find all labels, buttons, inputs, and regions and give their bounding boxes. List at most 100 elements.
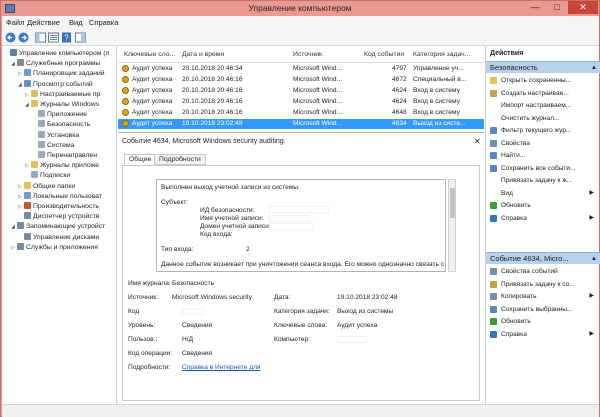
column-date[interactable]: Дата и время [182, 51, 224, 58]
event-code-label: Код [128, 308, 140, 315]
event-row[interactable]: Аудит успеха 20.10.2018 20:46:16 Microsoft… [118, 75, 484, 85]
tree-item[interactable]: Установка [32, 130, 79, 141]
tree-item[interactable]: Безопасность [32, 120, 90, 130]
action-item[interactable]: Привязать задачу к ж... [486, 175, 600, 186]
tree-item[interactable]: Управление дисками [18, 232, 99, 243]
event-description[interactable]: Выполнен выход учетной записи из системы… [156, 179, 446, 272]
column-keywords[interactable]: Ключевые сло... [124, 51, 175, 58]
tree-item[interactable]: ▷ Службы и приложения [11, 242, 98, 253]
computer-management-window: Управление компьютером — □ ✕ Файл Действ… [0, 0, 600, 417]
user-value: Н/Д [182, 336, 194, 343]
tree-item[interactable]: Управление компьютером (л [4, 49, 110, 59]
level-value: Сведения [182, 322, 213, 329]
actions-pane: Действия Безопасность ▲ Открыть сохраненн… [485, 46, 600, 404]
action-item[interactable]: Открыть сохраненны... [486, 75, 600, 86]
collapse-arrow-icon[interactable]: ▲ [591, 62, 597, 74]
action-label: Свойства [501, 139, 530, 147]
tab-general[interactable]: Общие [124, 154, 157, 165]
redacted-value [269, 215, 309, 222]
tree-item[interactable]: ▷ Локальные пользоват [18, 191, 102, 202]
tree-item-label: Управление компьютером (л [19, 50, 110, 57]
tree-item[interactable]: ▷ Общие папки [18, 181, 75, 192]
event-cell-source: Microsoft Wind... [293, 98, 343, 105]
tree-item[interactable]: ◢ Просмотр событий [18, 79, 93, 90]
event-row[interactable]: Аудит успеха 20.10.2018 20:46:16 Microsoft… [118, 86, 484, 96]
tree-item[interactable]: Приложение [32, 110, 87, 120]
back-arrow-icon[interactable] [5, 32, 16, 43]
event-cell-category: Вход в систему [413, 87, 460, 94]
column-source[interactable]: Источник [293, 51, 322, 58]
action-item[interactable]: Справка ▶ [486, 213, 600, 224]
menu-action[interactable]: Действие [27, 18, 60, 27]
event-row[interactable]: Аудит успеха 19.10.2018 23:02:48 Microsoft… [118, 119, 484, 129]
navigation-tree[interactable]: Управление компьютером (л ◢ Служебные прог… [2, 46, 117, 404]
tree-item[interactable]: Диспетчер устройств [18, 212, 99, 222]
title-bar[interactable]: Управление компьютером — □ ✕ [1, 1, 599, 16]
action-item[interactable]: Очистить журнал... [486, 113, 600, 124]
menu-help[interactable]: Справка [89, 18, 118, 27]
console-view-icon[interactable] [75, 32, 86, 43]
tree-item[interactable]: ◢ Служебные программы [11, 59, 100, 69]
action-item[interactable]: Свойства событий [486, 266, 600, 277]
maximize-button[interactable]: □ [546, 1, 568, 14]
column-event-code[interactable]: Код события [364, 51, 404, 58]
properties-list-icon[interactable] [48, 32, 59, 43]
collapse-arrow-icon[interactable]: ▲ [591, 253, 597, 265]
action-item[interactable]: Создать настраивае... [486, 88, 600, 99]
description-scrollbar[interactable] [448, 179, 456, 272]
tree-item[interactable]: Подписки [25, 171, 70, 181]
tree-item-label: Журналы Windows [40, 101, 100, 108]
tree-item[interactable]: ▷ Производительность [18, 202, 99, 212]
action-item[interactable]: Импорт настраиваем... [486, 100, 600, 111]
close-button[interactable]: ✕ [568, 1, 598, 14]
logged-value: 19.10.2018 23:02:48 [337, 294, 398, 301]
action-item[interactable]: Сохранить выбранны... [486, 304, 600, 315]
more-info-label: Подробности: [128, 364, 171, 371]
action-item[interactable]: Фильтр текущего жур... [486, 125, 600, 136]
tree-item[interactable]: Система [32, 140, 74, 151]
tree-item[interactable]: ▷ Журналы приложе [25, 161, 99, 171]
tree-item[interactable]: ▷ Планировщик заданий [18, 69, 105, 79]
scrollbar-thumb[interactable] [450, 188, 455, 218]
action-item[interactable]: Сохранить все событи... [486, 163, 600, 174]
action-item[interactable]: Вид ▶ [486, 188, 600, 199]
actions-section-security[interactable]: Безопасность ▲ [486, 61, 600, 73]
column-task-category[interactable]: Категория задач... [413, 51, 470, 58]
keywords-value: Аудит успеха [337, 322, 378, 329]
show-hide-tree-icon[interactable] [35, 32, 46, 43]
action-label: Найти... [501, 152, 526, 159]
event-row[interactable]: Аудит успеха 20.10.2018 20:46:16 Microsoft… [118, 108, 484, 118]
event-cell-keywords: Аудит успеха [132, 120, 173, 127]
tree-item[interactable]: Перенаправлен [32, 151, 97, 161]
action-item[interactable]: Привязать задачу к со... [486, 279, 600, 290]
event-row[interactable]: Аудит успеха 20.10.2018 20:46:16 Microsoft… [118, 97, 484, 107]
action-item[interactable]: Свойства [486, 138, 600, 149]
tree-item[interactable]: ▷ Настраиваемые пр [25, 89, 100, 100]
action-item[interactable]: Копировать ▶ [486, 291, 600, 302]
online-help-link[interactable]: Справка в Интернете для [182, 364, 261, 371]
action-item[interactable]: Обновить [486, 316, 600, 327]
device-manager-icon [24, 212, 31, 220]
action-label: Привязать задачу к ж... [501, 177, 573, 184]
help-book-icon[interactable]: ? [61, 32, 72, 43]
menu-file[interactable]: Файл [6, 18, 24, 27]
action-item[interactable]: Найти... [486, 150, 600, 161]
forward-arrow-icon[interactable] [18, 32, 29, 43]
refresh-icon [490, 202, 497, 209]
event-detail-pane: Событие 4634, Microsoft Windows security… [118, 134, 484, 404]
actions-section-event[interactable]: Событие 4634, Micro... ▲ [486, 252, 600, 264]
event-row[interactable]: Аудит успеха 20.10.2018 20:46:34 Microsoft… [118, 64, 484, 74]
minimize-button[interactable]: — [524, 1, 546, 14]
action-item[interactable]: Обновить [486, 200, 600, 211]
close-detail-icon[interactable]: ✕ [474, 137, 481, 146]
tree-item[interactable]: ◢ Журналы Windows [25, 100, 99, 110]
tab-details[interactable]: Подробности [154, 154, 206, 165]
action-item[interactable]: Справка ▶ [486, 329, 600, 340]
event-list[interactable]: Ключевые сло... Дата и время Источник Ко… [118, 46, 484, 133]
event-cell-date: 20.10.2018 20:46:16 [182, 98, 243, 105]
tree-item[interactable]: ◢ Запоминающие устройст [11, 222, 105, 232]
log-icon [38, 151, 45, 158]
sid-label: ИД безопасности: [200, 207, 255, 214]
menu-view[interactable]: Вид [69, 18, 83, 27]
log-icon [38, 140, 45, 148]
